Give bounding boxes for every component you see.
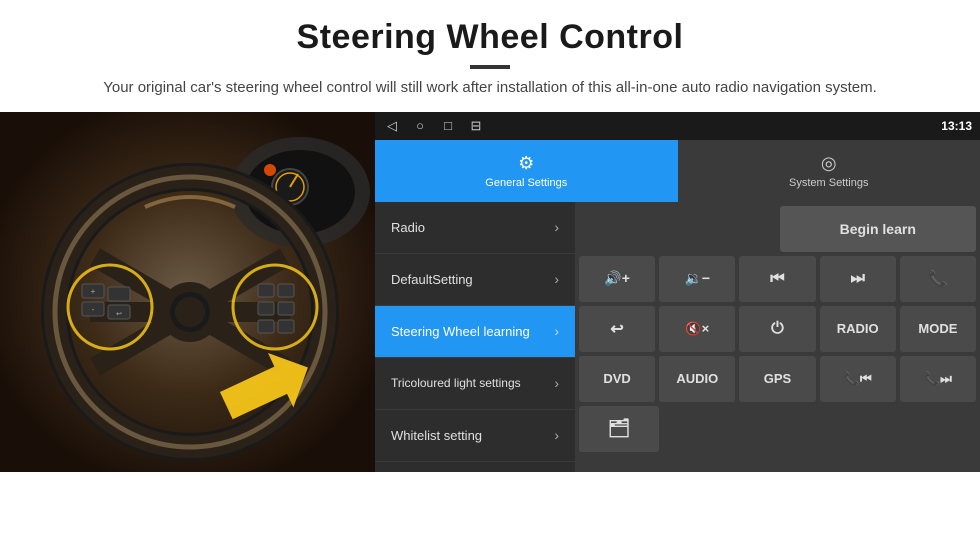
chevron-icon: › bbox=[554, 271, 559, 287]
chevron-icon: › bbox=[554, 427, 559, 443]
mode-button[interactable]: MODE bbox=[900, 306, 976, 352]
android-panel: ◁ ○ □ ⊟ 13:13 ⚙ General Settings ◎ Syste… bbox=[375, 112, 980, 472]
menu-item-whitelist[interactable]: Whitelist setting › bbox=[375, 410, 575, 462]
tel-prev-button[interactable]: 📞⏮ bbox=[820, 356, 896, 402]
menu-item-steering[interactable]: Steering Wheel learning › bbox=[375, 306, 575, 358]
nav-buttons: ◁ ○ □ ⊟ bbox=[383, 117, 485, 135]
back-nav-icon[interactable]: ◁ bbox=[383, 117, 401, 135]
svg-text:+: + bbox=[91, 287, 96, 296]
tel-next-icon: 📞⏭ bbox=[924, 371, 952, 387]
recents-nav-icon[interactable]: □ bbox=[439, 117, 457, 135]
menu-item-whitelist-label: Whitelist setting bbox=[391, 428, 482, 443]
ctrl-row-2: ↩ 🔇× ⏻ RADIO MODE bbox=[579, 306, 976, 352]
mute-icon: 🔇× bbox=[685, 321, 709, 337]
power-button[interactable]: ⏻ bbox=[739, 306, 815, 352]
next-track-icon: ⏭ bbox=[851, 270, 865, 288]
control-panel: Begin learn 🔊+ 🔉− ⏮ ⏭ bbox=[575, 202, 980, 472]
menu-item-radio[interactable]: Radio › bbox=[375, 202, 575, 254]
page-header: Steering Wheel Control Your original car… bbox=[0, 0, 980, 112]
main-content: + - ↩ bbox=[0, 112, 980, 472]
phone-icon: 📞 bbox=[928, 269, 948, 289]
prev-track-button[interactable]: ⏮ bbox=[739, 256, 815, 302]
hang-up-button[interactable]: ↩ bbox=[579, 306, 655, 352]
ctrl-row-4: 🗂 bbox=[579, 406, 976, 452]
chevron-icon: › bbox=[554, 375, 559, 391]
menu-item-radio-label: Radio bbox=[391, 220, 425, 235]
hang-up-icon: ↩ bbox=[610, 319, 623, 339]
folder-icon: 🗂 bbox=[608, 418, 631, 439]
begin-learn-button[interactable]: Begin learn bbox=[780, 206, 977, 252]
content-area: Radio › DefaultSetting › Steering Wheel … bbox=[375, 202, 980, 472]
header-description: Your original car's steering wheel contr… bbox=[20, 77, 960, 100]
tab-system-label: System Settings bbox=[789, 177, 868, 189]
ctrl-row-3: DVD AUDIO GPS 📞⏮ 📞⏭ bbox=[579, 356, 976, 402]
svg-text:↩: ↩ bbox=[116, 311, 122, 318]
power-icon: ⏻ bbox=[771, 320, 784, 338]
menu-item-default[interactable]: DefaultSetting › bbox=[375, 254, 575, 306]
svg-text:-: - bbox=[92, 305, 95, 314]
header-divider bbox=[470, 65, 510, 69]
tab-general-settings[interactable]: ⚙ General Settings bbox=[375, 140, 678, 202]
ctrl-row-1: 🔊+ 🔉− ⏮ ⏭ 📞 bbox=[579, 256, 976, 302]
phone-button[interactable]: 📞 bbox=[900, 256, 976, 302]
menu-list: Radio › DefaultSetting › Steering Wheel … bbox=[375, 202, 575, 472]
menu-item-default-label: DefaultSetting bbox=[391, 272, 473, 287]
menu-item-tricoloured-label: Tricoloured light settings bbox=[391, 376, 521, 390]
prev-track-icon: ⏮ bbox=[770, 270, 784, 288]
chevron-icon: › bbox=[554, 323, 559, 339]
empty-slot-btn bbox=[579, 206, 776, 252]
dvd-label: DVD bbox=[603, 371, 630, 386]
mute-button[interactable]: 🔇× bbox=[659, 306, 735, 352]
menu-item-steering-label: Steering Wheel learning bbox=[391, 324, 530, 339]
radio-label: RADIO bbox=[837, 321, 879, 336]
vol-up-icon: 🔊+ bbox=[604, 270, 630, 287]
status-bar: ◁ ○ □ ⊟ 13:13 bbox=[375, 112, 980, 140]
tab-general-label: General Settings bbox=[485, 177, 567, 189]
tel-next-button[interactable]: 📞⏭ bbox=[900, 356, 976, 402]
clock: 13:13 bbox=[941, 119, 972, 133]
vol-down-button[interactable]: 🔉− bbox=[659, 256, 735, 302]
tel-prev-icon: 📞⏮ bbox=[844, 371, 872, 387]
vol-up-button[interactable]: 🔊+ bbox=[579, 256, 655, 302]
gps-button[interactable]: GPS bbox=[739, 356, 815, 402]
next-track-button[interactable]: ⏭ bbox=[820, 256, 896, 302]
chevron-icon: › bbox=[554, 219, 559, 235]
page-title: Steering Wheel Control bbox=[20, 18, 960, 57]
audio-button[interactable]: AUDIO bbox=[659, 356, 735, 402]
home-nav-icon[interactable]: ○ bbox=[411, 117, 429, 135]
gps-label: GPS bbox=[764, 371, 791, 386]
radio-button[interactable]: RADIO bbox=[820, 306, 896, 352]
mode-label: MODE bbox=[918, 321, 957, 336]
steering-wheel-image: + - ↩ bbox=[0, 112, 375, 472]
system-settings-icon: ◎ bbox=[821, 153, 837, 174]
general-settings-icon: ⚙ bbox=[518, 153, 534, 174]
tab-bar: ⚙ General Settings ◎ System Settings bbox=[375, 140, 980, 202]
tab-system-settings[interactable]: ◎ System Settings bbox=[678, 140, 980, 202]
ctrl-row-0: Begin learn bbox=[579, 206, 976, 252]
audio-label: AUDIO bbox=[676, 371, 718, 386]
menu-item-tricoloured[interactable]: Tricoloured light settings › bbox=[375, 358, 575, 410]
menu-nav-icon[interactable]: ⊟ bbox=[467, 117, 485, 135]
vol-down-icon: 🔉− bbox=[685, 270, 711, 287]
folder-button[interactable]: 🗂 bbox=[579, 406, 659, 452]
dvd-button[interactable]: DVD bbox=[579, 356, 655, 402]
